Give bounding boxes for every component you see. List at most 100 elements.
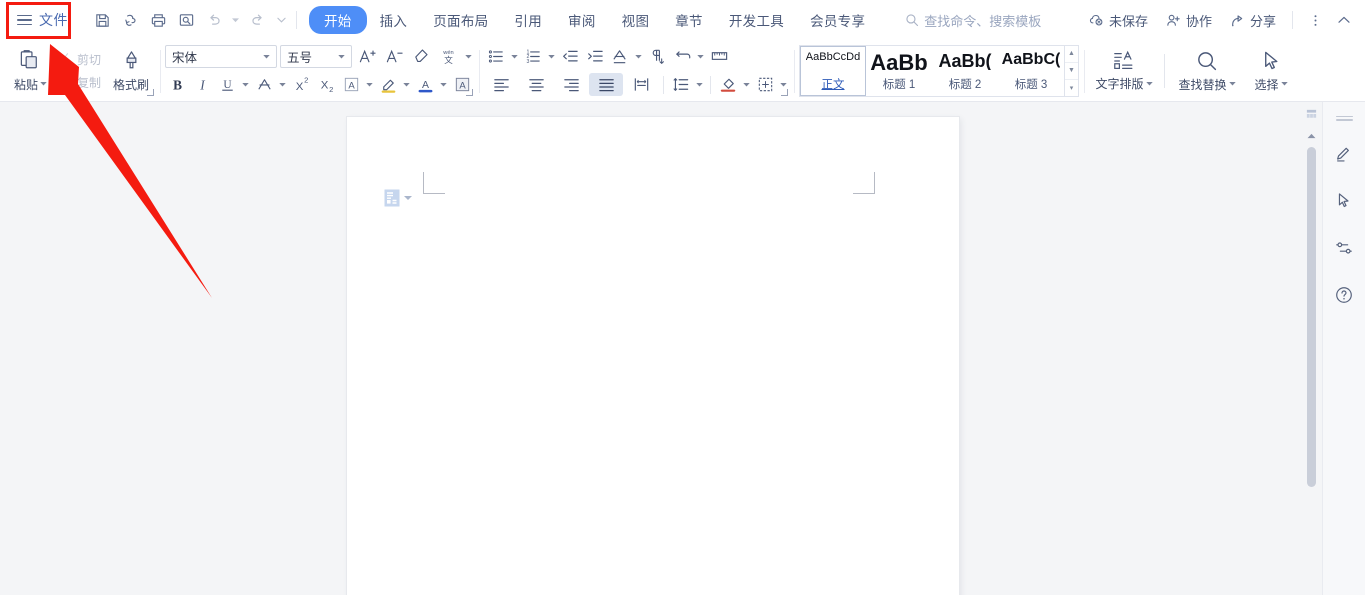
align-distributed-button[interactable] xyxy=(624,73,658,96)
bullets-button[interactable] xyxy=(484,45,508,68)
clipboard-dialog-launcher[interactable] xyxy=(146,88,155,97)
sort-button[interactable] xyxy=(608,45,632,68)
unsaved-status-button[interactable]: 未保存 xyxy=(1081,7,1155,33)
tab-start[interactable]: 开始 xyxy=(309,6,367,34)
page-view-icon[interactable] xyxy=(1305,108,1318,123)
decrease-indent-button[interactable] xyxy=(558,45,582,68)
bold-button[interactable]: B xyxy=(165,73,189,96)
highlight-dropdown-caret[interactable] xyxy=(401,73,412,96)
bullets-dropdown-caret[interactable] xyxy=(509,45,520,68)
ruler-button[interactable] xyxy=(707,45,731,68)
scrollbar-thumb[interactable] xyxy=(1307,147,1316,487)
sort-dropdown-caret[interactable] xyxy=(633,45,644,68)
cloud-sync-icon[interactable] xyxy=(117,7,143,33)
tab-member-exclusive[interactable]: 会员专享 xyxy=(797,6,878,34)
shrink-font-button[interactable] xyxy=(382,45,406,68)
print-icon[interactable] xyxy=(145,7,171,33)
strikethrough-dropdown-caret[interactable] xyxy=(277,73,288,96)
underline-button[interactable]: U xyxy=(215,73,239,96)
grow-font-button[interactable] xyxy=(355,45,379,68)
underline-dropdown-caret[interactable] xyxy=(240,73,251,96)
font-size-combo[interactable]: 五号 xyxy=(280,45,353,68)
numbering-dropdown-caret[interactable] xyxy=(546,45,557,68)
document-page[interactable] xyxy=(347,117,959,595)
char-border-button[interactable]: A xyxy=(339,73,363,96)
align-center-button[interactable] xyxy=(519,73,553,96)
strikethrough-button[interactable] xyxy=(252,73,276,96)
copy-button[interactable]: 复制 xyxy=(53,72,107,93)
gallery-scroll-up[interactable]: ▲ xyxy=(1065,46,1078,62)
style-item-heading1[interactable]: AaBb 标题 1 xyxy=(866,46,932,96)
gallery-scroll-down[interactable]: ▼ xyxy=(1065,61,1079,79)
style-item-heading3[interactable]: AaBbC( 标题 3 xyxy=(998,46,1064,96)
paragraph-dialog-launcher[interactable] xyxy=(780,88,789,97)
svg-text:2: 2 xyxy=(329,85,333,94)
font-color-button[interactable]: A xyxy=(413,73,437,96)
tab-view[interactable]: 视图 xyxy=(609,6,663,34)
tab-developer-tools[interactable]: 开发工具 xyxy=(716,6,797,34)
search-input[interactable]: 查找命令、搜索模板 xyxy=(896,7,1050,33)
undo-icon[interactable] xyxy=(201,7,227,33)
highlight-button[interactable] xyxy=(376,73,400,96)
pen-tool-icon[interactable] xyxy=(1329,139,1359,169)
select-caption: 选择 xyxy=(1255,76,1288,93)
tab-review[interactable]: 审阅 xyxy=(555,6,609,34)
numbering-button[interactable]: 123 xyxy=(521,45,545,68)
collapse-ribbon-icon[interactable] xyxy=(1331,7,1357,33)
align-justify-button[interactable] xyxy=(589,73,624,96)
collaborate-button[interactable]: 协作 xyxy=(1158,7,1219,33)
cut-button[interactable]: 剪切 xyxy=(53,49,107,70)
qat-more-caret[interactable] xyxy=(272,8,290,32)
gallery-scroll-more[interactable]: ▾ xyxy=(1065,78,1079,96)
char-border-dropdown-caret[interactable] xyxy=(364,73,375,96)
line-break-dropdown-caret[interactable] xyxy=(695,45,706,68)
text-layout-button[interactable]: 文字排版 xyxy=(1090,44,1158,98)
tab-page-layout[interactable]: 页面布局 xyxy=(420,6,501,34)
line-spacing-button[interactable] xyxy=(669,73,693,96)
shading-dropdown-caret[interactable] xyxy=(741,73,752,96)
tab-references[interactable]: 引用 xyxy=(501,6,555,34)
italic-button[interactable]: I xyxy=(190,73,214,96)
paste-button[interactable]: 粘贴 xyxy=(8,44,53,98)
more-options-icon[interactable] xyxy=(1302,7,1328,33)
pinyin-dropdown-caret[interactable] xyxy=(463,45,474,68)
font-dialog-launcher[interactable] xyxy=(465,88,474,97)
style-item-heading2[interactable]: AaBb( 标题 2 xyxy=(932,46,998,96)
subscript-button[interactable]: X2 xyxy=(314,73,338,96)
document-properties-icon[interactable] xyxy=(384,189,412,207)
align-left-button[interactable] xyxy=(484,73,518,96)
document-canvas[interactable] xyxy=(0,102,1322,595)
shading-button[interactable] xyxy=(716,73,740,96)
scroll-up-arrow[interactable] xyxy=(1307,127,1316,142)
print-preview-icon[interactable] xyxy=(173,7,199,33)
cursor-select-icon[interactable] xyxy=(1329,186,1359,216)
select-button[interactable]: 选择 xyxy=(1243,44,1299,98)
superscript-button[interactable]: X2 xyxy=(289,73,313,96)
style-item-normal[interactable]: AaBbCcDd 正文 xyxy=(800,45,867,96)
align-right-button[interactable] xyxy=(554,73,588,96)
scrollbar-track[interactable] xyxy=(1307,147,1316,587)
line-spacing-dropdown-caret[interactable] xyxy=(694,73,705,96)
redo-icon[interactable] xyxy=(244,7,270,33)
font-family-combo[interactable]: 宋体 xyxy=(165,45,278,68)
borders-button[interactable] xyxy=(753,73,777,96)
line-break-button[interactable] xyxy=(670,45,694,68)
rail-grip-handle[interactable] xyxy=(1335,114,1353,122)
tab-sections[interactable]: 章节 xyxy=(662,6,716,34)
share-button[interactable]: 分享 xyxy=(1222,7,1283,33)
tab-insert[interactable]: 插入 xyxy=(367,6,421,34)
save-icon[interactable] xyxy=(89,7,115,33)
pinyin-guide-button[interactable]: wén 文 xyxy=(436,45,460,68)
increase-indent-button[interactable] xyxy=(583,45,607,68)
undo-dropdown-caret[interactable] xyxy=(229,8,242,32)
find-replace-button[interactable]: 查找替换 xyxy=(1171,44,1243,98)
format-painter-icon xyxy=(126,50,136,68)
font-color-dropdown-caret[interactable] xyxy=(438,73,449,96)
file-menu-button[interactable]: 文件 xyxy=(9,6,78,34)
help-circle-icon[interactable] xyxy=(1329,280,1359,310)
show-marks-button[interactable] xyxy=(645,45,669,68)
settings-sliders-icon[interactable] xyxy=(1329,233,1359,263)
sort-icon xyxy=(612,50,626,64)
vertical-scrollbar[interactable] xyxy=(1301,102,1322,595)
clear-format-button[interactable] xyxy=(409,45,433,68)
